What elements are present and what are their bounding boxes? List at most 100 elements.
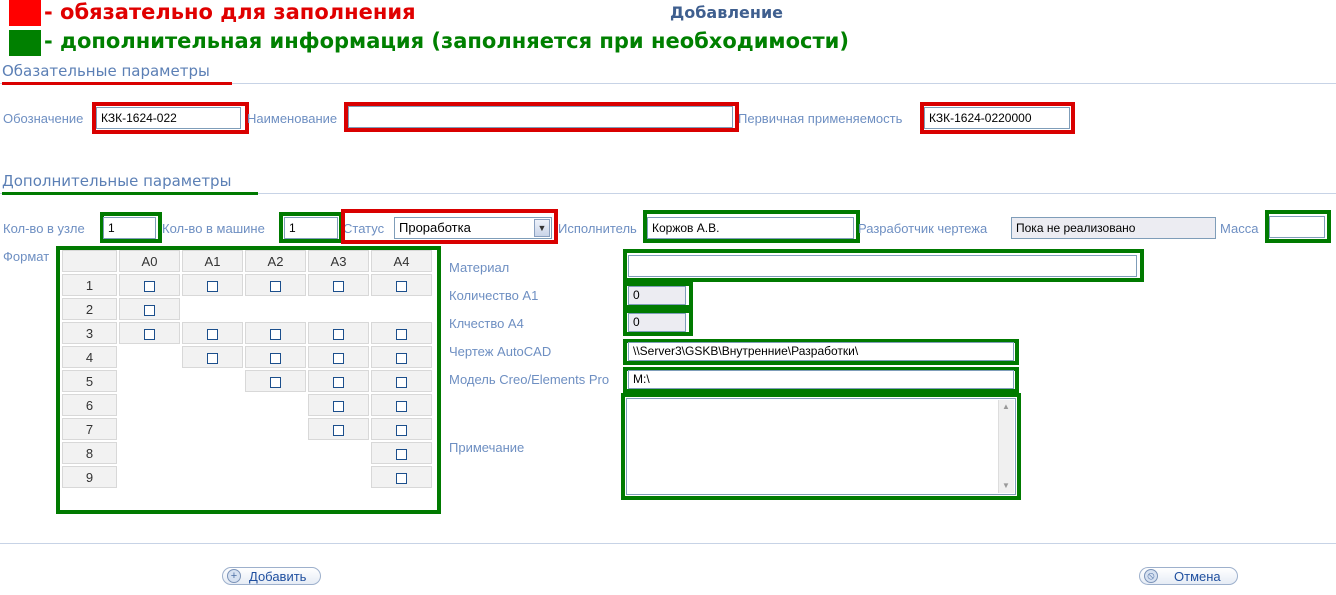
optional-color-swatch [9,30,41,56]
format-cell [371,394,432,416]
designation-input[interactable]: КЗК-1624-022 [96,107,241,129]
format-cell [308,322,369,344]
format-checkbox[interactable] [207,352,218,364]
creo-input[interactable]: M:\ [628,370,1014,389]
format-cell-empty [119,418,180,440]
format-cell [371,442,432,464]
format-cell [119,274,180,296]
add-icon: + [227,569,241,583]
optional-section-title: Дополнительные параметры [2,172,232,190]
status-select[interactable]: Проработка ▼ [394,217,552,239]
format-checkbox[interactable] [396,376,407,388]
note-textarea[interactable]: ▲ ▼ [626,398,1016,495]
format-table-corner [62,250,117,272]
qty-node-label: Кол-во в узле [3,221,85,236]
qty-node-input[interactable]: 1 [103,217,156,239]
optional-section-underline [2,192,258,195]
format-cell [245,274,306,296]
cancel-button[interactable]: ⦸ Отмена [1139,567,1238,585]
executor-input[interactable]: Коржов А.В. [647,217,854,239]
format-cell [308,418,369,440]
format-cell [371,274,432,296]
qty-a1-label: Количество А1 [449,288,539,303]
scrollbar[interactable]: ▲ ▼ [998,400,1014,493]
format-cell-empty [119,466,180,488]
material-input[interactable] [628,255,1137,277]
format-cell [119,322,180,344]
format-checkbox[interactable] [396,328,407,340]
primary-use-input[interactable]: КЗК-1624-0220000 [924,107,1070,129]
format-cell-empty [182,394,243,416]
format-cell [371,346,432,368]
add-button[interactable]: + Добавить [222,567,321,585]
table-row: 1 [62,274,432,296]
page-title: Добавление [670,3,784,22]
format-cell-empty [308,466,369,488]
format-checkbox[interactable] [396,424,407,436]
format-checkbox[interactable] [396,448,407,460]
scroll-down-icon[interactable]: ▼ [1001,481,1011,491]
divider [0,543,1336,544]
format-cell [182,274,243,296]
format-cell-empty [245,298,306,320]
format-checkbox[interactable] [270,352,281,364]
format-checkbox[interactable] [396,472,407,484]
required-section-title: Обазательные параметры [2,62,210,80]
format-checkbox[interactable] [144,304,155,316]
format-cell [371,418,432,440]
required-color-swatch [9,0,41,26]
primary-use-label: Первичная применяемость [738,111,903,126]
qty-a4-input[interactable]: 0 [628,313,686,332]
format-checkbox[interactable] [207,280,218,292]
format-cell-empty [182,298,243,320]
creo-label: Модель Creo/Elements Pro [449,372,610,387]
format-checkbox[interactable] [333,400,344,412]
format-checkbox[interactable] [270,328,281,340]
mass-input[interactable] [1269,216,1325,238]
format-checkbox[interactable] [333,424,344,436]
format-checkbox[interactable] [207,328,218,340]
format-cell [371,466,432,488]
format-cell-empty [119,442,180,464]
format-checkbox[interactable] [396,352,407,364]
format-cell-empty [182,370,243,392]
format-row-number: 4 [62,346,117,368]
format-checkbox[interactable] [333,328,344,340]
format-row-number: 9 [62,466,117,488]
format-checkbox[interactable] [333,280,344,292]
qty-machine-input[interactable]: 1 [284,217,338,239]
cancel-icon: ⦸ [1144,569,1158,583]
name-input[interactable] [348,106,733,128]
format-checkbox[interactable] [333,376,344,388]
format-cell-empty [245,394,306,416]
executor-label: Исполнитель [558,221,637,236]
format-cell [371,370,432,392]
format-checkbox[interactable] [270,376,281,388]
optional-legend-text: - дополнительная информация (заполняется… [44,29,849,53]
format-row-number: 1 [62,274,117,296]
format-column-header: A3 [308,250,369,272]
format-checkbox[interactable] [144,280,155,292]
format-checkbox[interactable] [144,328,155,340]
format-checkbox[interactable] [270,280,281,292]
format-row-number: 5 [62,370,117,392]
format-checkbox[interactable] [396,280,407,292]
qty-a1-input[interactable]: 0 [628,286,686,305]
format-row-number: 3 [62,322,117,344]
format-cell-empty [119,370,180,392]
format-column-header: A1 [182,250,243,272]
format-cell-empty [245,418,306,440]
format-cell-empty [245,466,306,488]
format-row-number: 6 [62,394,117,416]
format-checkbox[interactable] [396,400,407,412]
table-row: 9 [62,466,432,488]
add-button-label: Добавить [249,568,307,584]
chevron-down-icon[interactable]: ▼ [534,219,550,237]
scroll-up-icon[interactable]: ▲ [1001,402,1011,412]
name-label: Наименование [247,111,338,126]
format-table: A0 A1 A2 A3 A4 1 2 3 4 5 6 7 8 9 [60,248,434,490]
autocad-input[interactable]: \\Server3\GSKB\Внутренние\Разработки\ [628,342,1014,361]
format-cell [245,346,306,368]
format-checkbox[interactable] [333,352,344,364]
table-row: 6 [62,394,432,416]
